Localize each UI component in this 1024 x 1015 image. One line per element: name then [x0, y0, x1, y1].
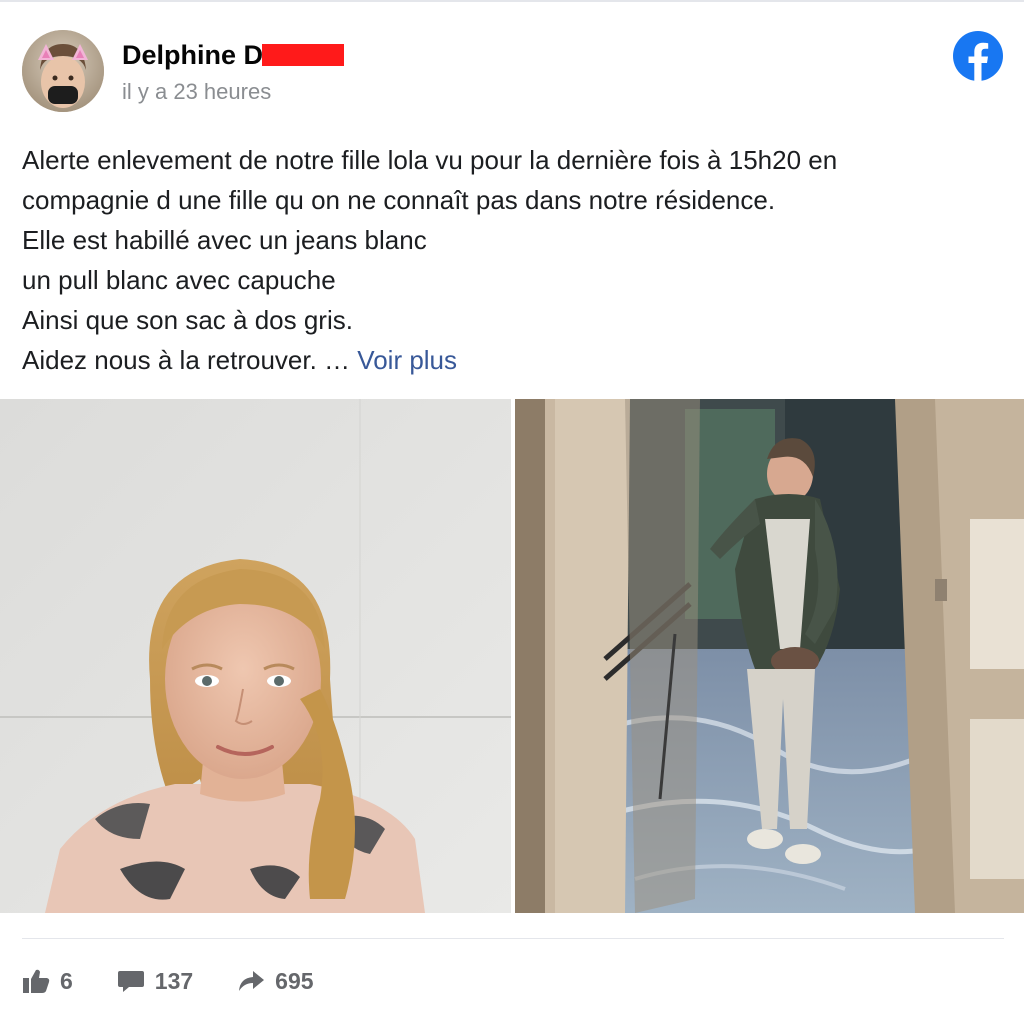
post-text-line: un pull blanc avec capuche — [22, 265, 336, 295]
facebook-icon[interactable] — [952, 30, 1004, 82]
shares-stat[interactable]: 695 — [237, 967, 314, 995]
comment-bubble-icon — [117, 971, 144, 992]
author-name[interactable]: Delphine D — [122, 40, 263, 71]
thumbs-up-icon — [23, 969, 50, 993]
post-text-line: Ainsi que son sac à dos gris. — [22, 305, 353, 335]
post-text: Alerte enlevement de notre fille lola vu… — [22, 140, 1002, 380]
shares-count: 695 — [275, 967, 314, 994]
comments-count: 137 — [154, 967, 194, 994]
post-text-line: Elle est habillé avec un jeans blanc — [22, 225, 427, 255]
facebook-post-card: Delphine D il y a 23 heures Alerte enlev… — [0, 0, 1024, 1015]
avatar-image — [22, 30, 104, 112]
author-avatar[interactable] — [22, 30, 104, 112]
redaction-bar — [262, 44, 344, 66]
likes-count: 6 — [60, 967, 73, 994]
see-more-link[interactable]: Voir plus — [357, 345, 457, 375]
likes-stat[interactable]: 6 — [22, 968, 73, 995]
post-timestamp[interactable]: il y a 23 heures — [122, 79, 271, 105]
post-text-line: Alerte enlevement de notre fille lola vu… — [22, 145, 838, 175]
comments-stat[interactable]: 137 — [117, 968, 193, 995]
post-text-line-last: Aidez nous à la retrouver. … Voir plus — [22, 340, 1002, 380]
footer-divider — [22, 938, 1004, 939]
post-photo-portrait[interactable] — [0, 399, 511, 913]
engagement-stats: 6 137 695 — [22, 964, 358, 998]
post-text-line: compagnie d une fille qu on ne connaît p… — [22, 185, 776, 215]
share-arrow-icon — [239, 971, 265, 991]
post-photo-cctv[interactable] — [515, 399, 1024, 913]
post-text-line: Aidez nous à la retrouver. … — [22, 345, 358, 375]
